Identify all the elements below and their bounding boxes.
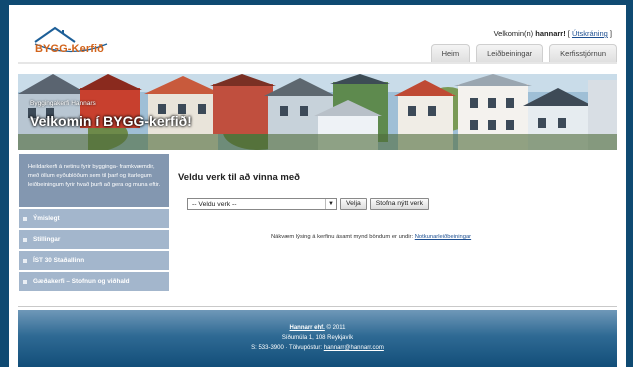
top-navigation: Heim Leiðbeiningar Kerfisstjórnun <box>430 44 617 63</box>
houses-photo <box>18 74 617 150</box>
tab-kerfisstjornun[interactable]: Kerfisstjórnun <box>549 44 617 63</box>
page-title: Veldu verk til að vinna með <box>178 172 300 183</box>
footer-address: Síðumúla 1, 108 Reykjavík <box>281 335 354 341</box>
tab-heim[interactable]: Heim <box>430 44 471 63</box>
sidebar-item-ymislegt[interactable]: Ýmislegt <box>19 209 169 228</box>
sidebar: Heildarkerfi á netinu fyrir bygginga- fr… <box>19 154 169 291</box>
select-button[interactable]: Velja <box>340 198 367 210</box>
bullet-icon <box>23 237 27 242</box>
banner-subtitle: Byggingakerfi Hannars <box>30 100 96 107</box>
sidebar-item-label: Stillingar <box>33 236 61 243</box>
footer: Hannarr ehf. © 2011 Síðumúla 1, 108 Reyk… <box>18 310 617 367</box>
info-description: Nákvæm lýsing á kerfinu ásamt mynd böndu… <box>271 234 414 240</box>
project-select[interactable]: -- Veldu verk -- ▼ <box>187 198 337 210</box>
logo-text: BYGG-Kerfið <box>35 43 104 55</box>
sidebar-item-label: Gæðakerfi – Stofnun og viðhald <box>33 278 130 285</box>
copyright-text: © 2011 <box>326 325 346 331</box>
username: hannarr! <box>535 29 566 38</box>
contact-text: S: 533-3900 · Tölvupóstur: <box>251 345 323 351</box>
footer-contact: S: 533-3900 · Tölvupóstur: hannarr@hanna… <box>18 343 617 353</box>
project-select-value: -- Veldu verk -- <box>192 201 237 208</box>
welcome-line: Velkomin(n) hannarr! [ Útskráning ] <box>493 29 612 38</box>
sidebar-intro: Heildarkerfi á netinu fyrir bygginga- fr… <box>19 154 169 207</box>
user-guide-link[interactable]: Notkunarleiðbeiningar <box>415 234 471 240</box>
bullet-icon <box>23 216 27 221</box>
sidebar-item-gaedakerfi[interactable]: Gæðakerfi – Stofnun og viðhald <box>19 272 169 291</box>
sidebar-item-label: ÍST 30 Staðallinn <box>33 257 85 264</box>
page-container: BYGG-Kerfið Velkomin(n) hannarr! [ Útskr… <box>9 5 626 367</box>
project-controls: -- Veldu verk -- ▼ Velja Stofna nýtt ver… <box>187 198 429 210</box>
welcome-prefix: Velkomin(n) <box>493 29 534 38</box>
footer-copyright: Hannarr ehf. © 2011 <box>18 323 617 333</box>
sidebar-item-ist30[interactable]: ÍST 30 Staðallinn <box>19 251 169 270</box>
info-text: Nákvæm lýsing á kerfinu ásamt mynd böndu… <box>271 234 471 240</box>
logo[interactable]: BYGG-Kerfið <box>31 25 111 59</box>
header-divider <box>18 62 617 64</box>
create-project-button[interactable]: Stofna nýtt verk <box>369 198 429 210</box>
bullet-icon <box>23 258 27 263</box>
sidebar-item-stillingar[interactable]: Stillingar <box>19 230 169 249</box>
banner-title: Velkomin í BYGG-kerfið! <box>30 113 192 129</box>
chevron-down-icon: ▼ <box>325 199 336 209</box>
logout-link[interactable]: Útskráning <box>572 29 608 38</box>
tab-leidbeiningar[interactable]: Leiðbeiningar <box>476 44 544 63</box>
footer-divider <box>18 306 617 307</box>
email-link[interactable]: hannarr@hannarr.com <box>324 345 384 351</box>
company-link[interactable]: Hannarr ehf. <box>289 325 324 331</box>
bullet-icon <box>23 279 27 284</box>
sidebar-item-label: Ýmislegt <box>33 215 60 222</box>
hero-banner: Byggingakerfi Hannars Velkomin í BYGG-ke… <box>18 74 617 150</box>
